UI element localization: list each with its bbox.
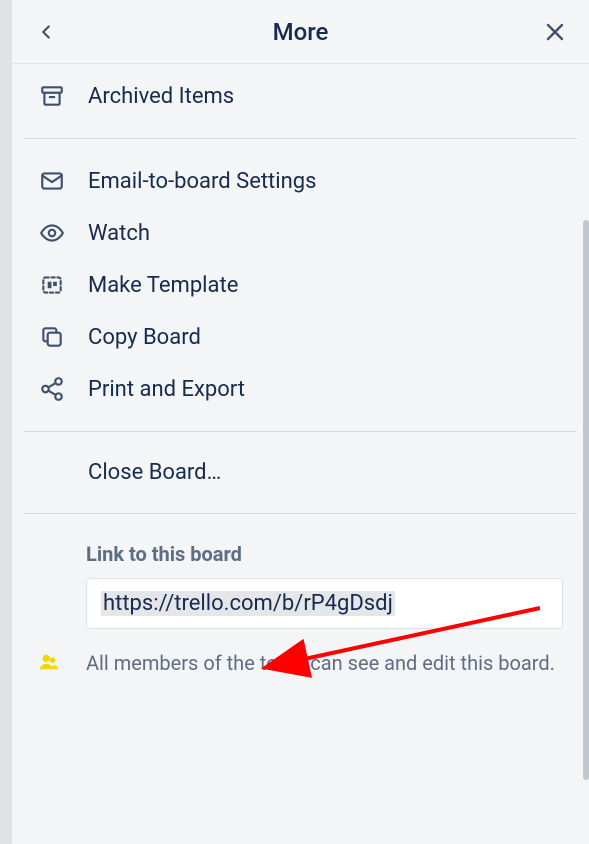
menu-item-print-export[interactable]: Print and Export [24,363,577,415]
link-section: Link to this board https://trello.com/b/… [24,524,577,702]
menu-item-label: Watch [88,221,150,246]
menu-item-email-settings[interactable]: Email-to-board Settings [24,155,577,207]
menu-item-label: Copy Board [88,325,201,350]
scrollbar-thumb[interactable] [583,220,589,780]
chevron-left-icon [35,21,57,43]
back-button[interactable] [28,14,64,50]
board-link-input[interactable]: https://trello.com/b/rP4gDsdj [86,578,563,629]
menu-item-label: Close Board… [88,460,221,485]
menu-item-copy-board[interactable]: Copy Board [24,311,577,363]
menu-item-close-board[interactable]: Close Board… [24,448,577,497]
board-link-text: https://trello.com/b/rP4gDsdj [101,591,395,616]
eye-icon [38,219,66,247]
close-panel-button[interactable] [537,14,573,50]
divider [24,513,577,514]
share-icon [38,375,66,403]
template-icon [38,271,66,299]
more-panel: More Archived Items Email-to-board Setti… [12,0,589,844]
permission-text: All members of the team can see and edit… [38,649,563,678]
link-title: Link to this board [86,542,563,566]
menu-item-label: Make Template [88,273,238,298]
menu-item-label: Archived Items [88,84,234,109]
mail-icon [38,167,66,195]
menu-item-archived[interactable]: Archived Items [24,70,577,122]
close-icon [543,20,567,44]
panel-header: More [12,0,589,64]
left-gutter [0,0,12,844]
menu-item-make-template[interactable]: Make Template [24,259,577,311]
menu-item-label: Email-to-board Settings [88,169,316,194]
scrollbar[interactable] [583,70,589,840]
panel-title: More [64,18,537,46]
divider [24,431,577,432]
team-icon [38,651,60,681]
archive-icon [38,82,66,110]
copy-icon [38,323,66,351]
menu-item-watch[interactable]: Watch [24,207,577,259]
permission-label: All members of the team can see and edit… [86,649,555,678]
menu-item-label: Print and Export [88,377,245,402]
menu-list: Archived Items Email-to-board Settings W… [12,64,589,844]
divider [24,138,577,139]
